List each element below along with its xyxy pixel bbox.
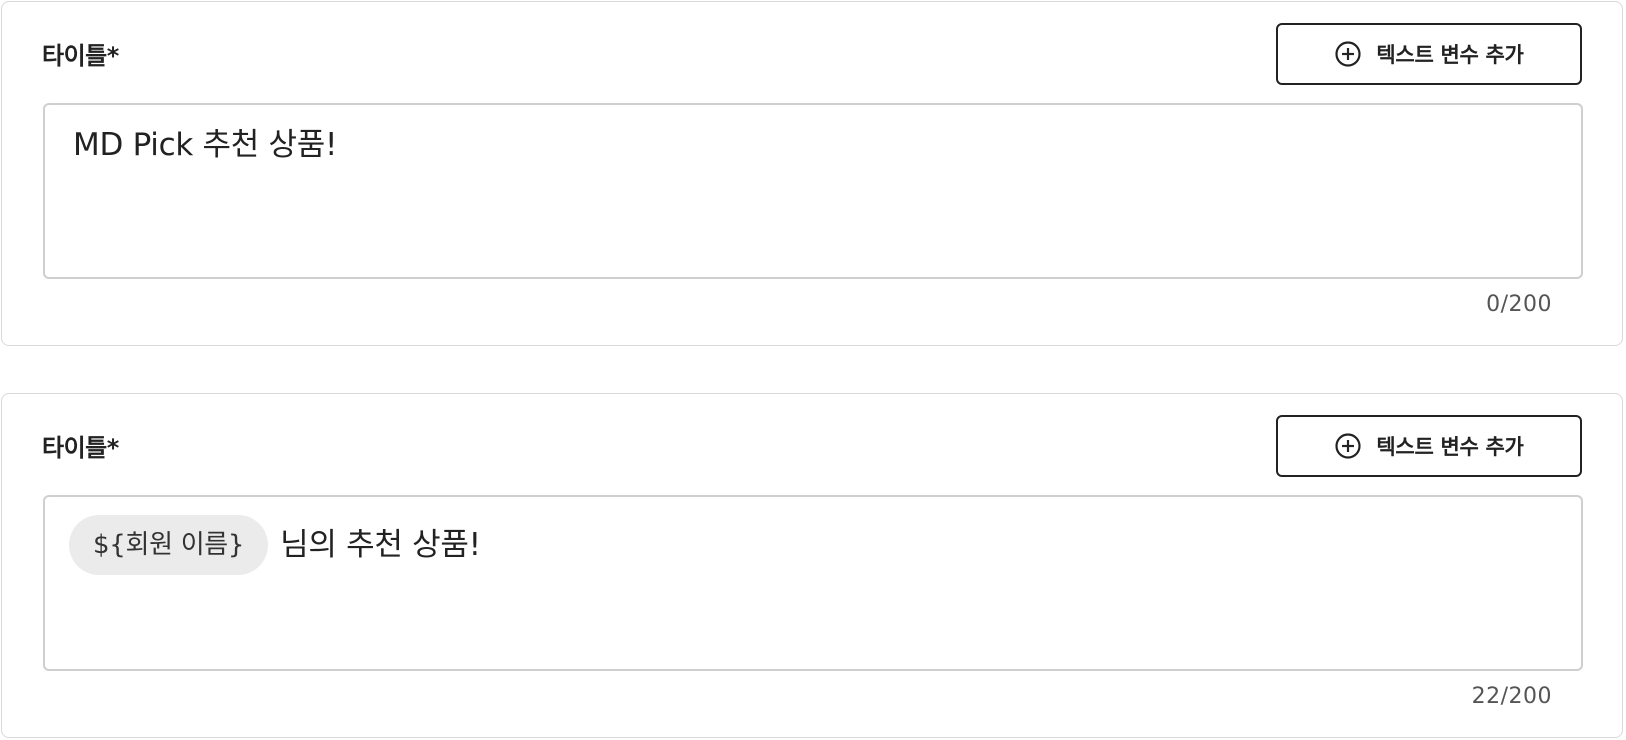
title-input-panel-with-variable: 타이틀* 텍스트 변수 추가 ${회원 이름} 님의 추천 상품! 22/200: [1, 393, 1623, 738]
title-text-field[interactable]: MD Pick 추천 상품!: [43, 103, 1583, 279]
plus-circle-icon: [1334, 40, 1362, 68]
plus-circle-icon: [1334, 432, 1362, 460]
title-text-value: MD Pick 추천 상품!: [73, 127, 338, 163]
field-label: 타이틀*: [42, 434, 119, 462]
title-text-field[interactable]: ${회원 이름} 님의 추천 상품!: [43, 495, 1583, 671]
add-text-variable-label: 텍스트 변수 추가: [1376, 435, 1524, 459]
add-text-variable-button[interactable]: 텍스트 변수 추가: [1276, 23, 1582, 85]
title-text-line: ${회원 이름} 님의 추천 상품!: [69, 515, 1553, 575]
character-counter: 0/200: [1486, 292, 1552, 317]
title-text-value: 님의 추천 상품!: [280, 527, 481, 563]
add-text-variable-button[interactable]: 텍스트 변수 추가: [1276, 415, 1582, 477]
add-text-variable-label: 텍스트 변수 추가: [1376, 43, 1524, 67]
title-input-panel: 타이틀* 텍스트 변수 추가 MD Pick 추천 상품! 0/200: [1, 1, 1623, 346]
character-counter: 22/200: [1471, 684, 1552, 709]
field-label: 타이틀*: [42, 42, 119, 70]
variable-chip[interactable]: ${회원 이름}: [69, 515, 269, 575]
